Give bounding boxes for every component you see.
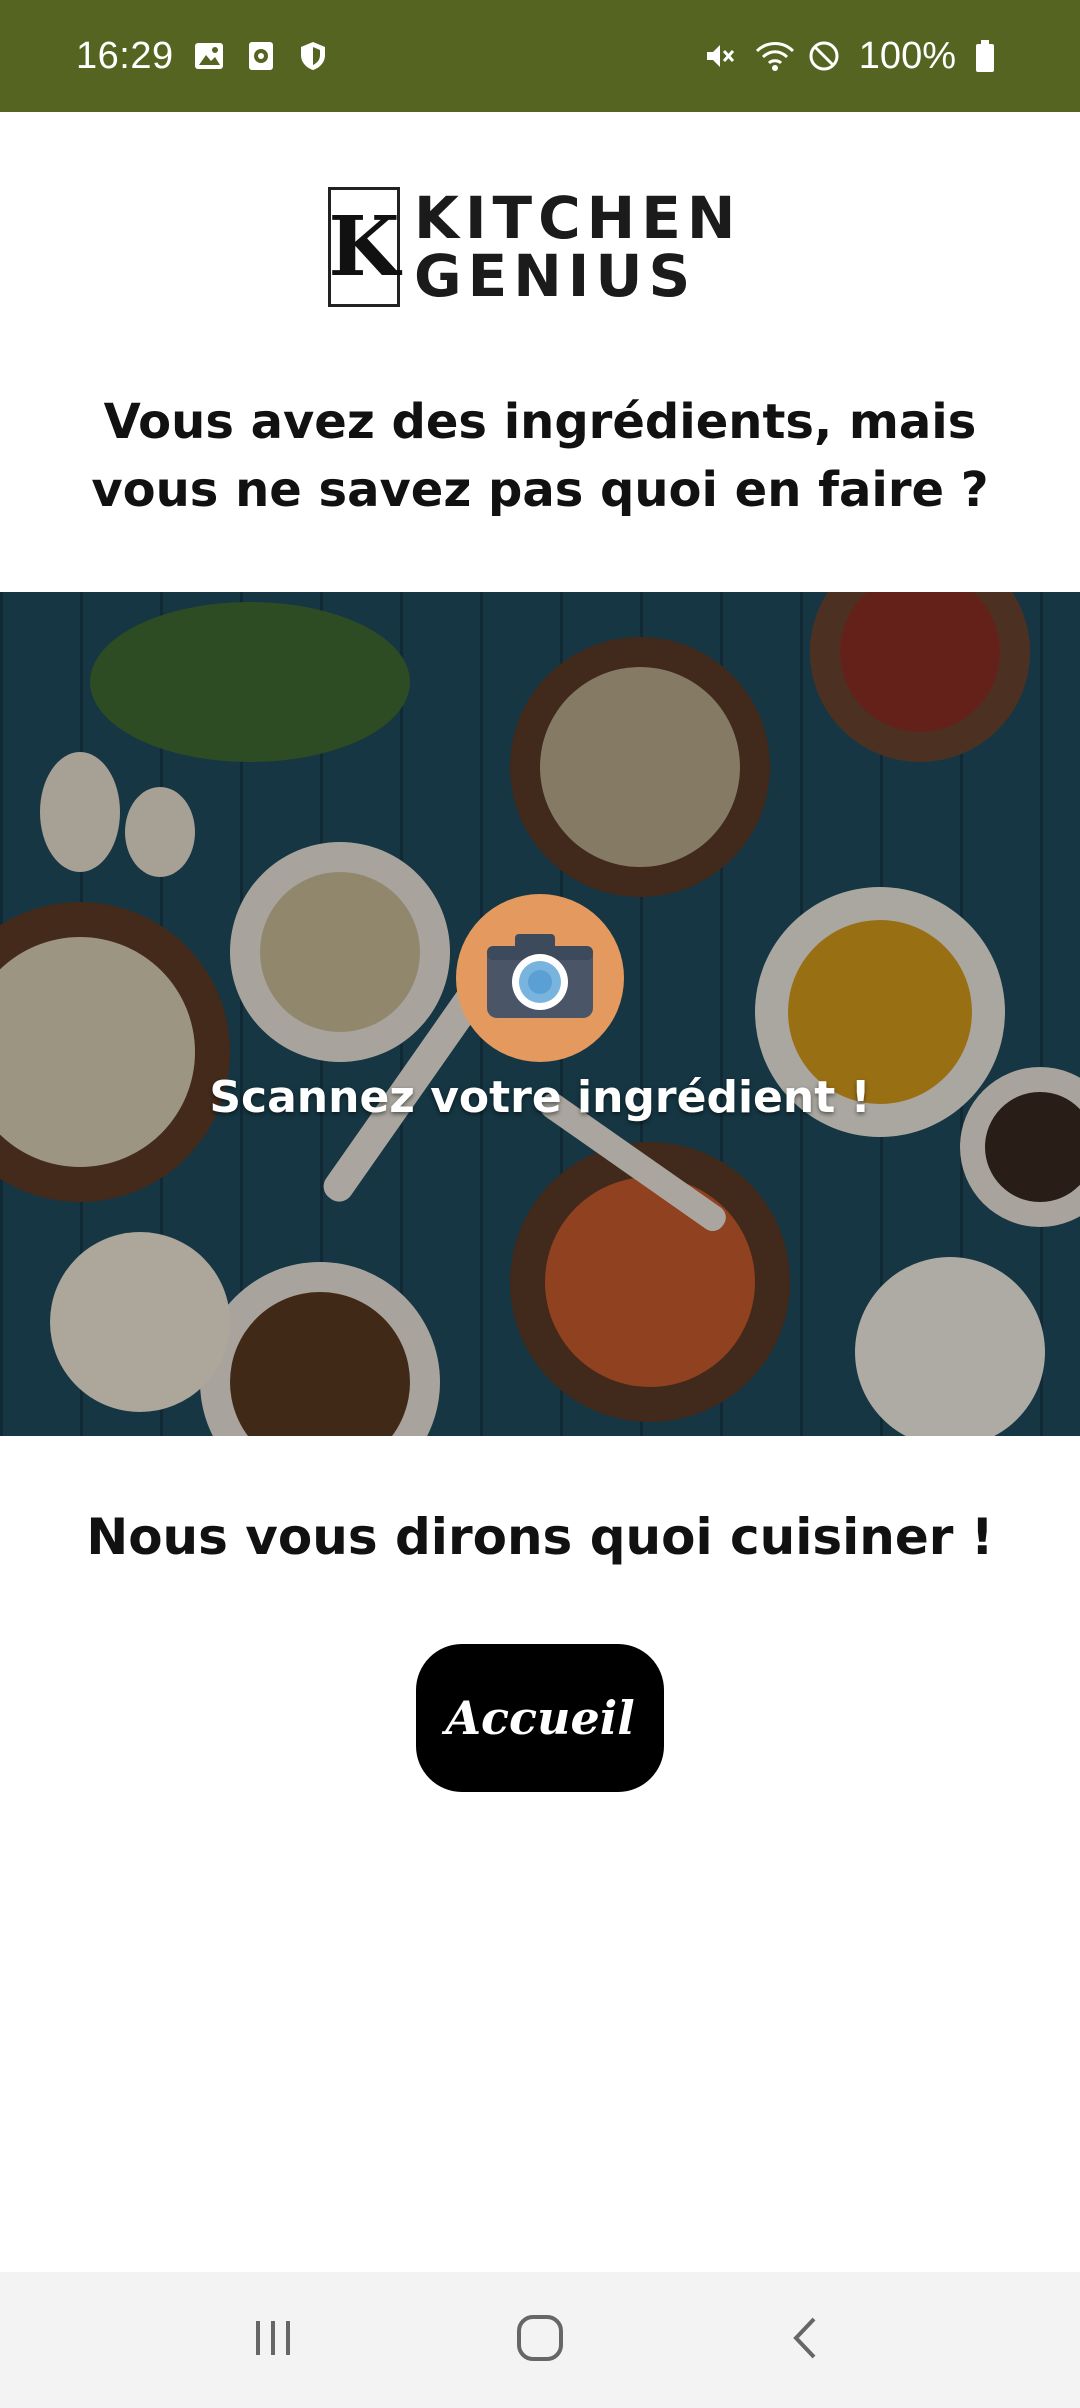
hero-banner: Scannez votre ingrédient ! <box>0 592 1080 1436</box>
shield-icon <box>296 39 330 73</box>
battery-percentage: 100% <box>858 34 956 77</box>
recent-apps-icon <box>248 2313 298 2367</box>
logo-mark: K <box>328 187 400 307</box>
headline: Vous avez des ingrédients, mais vous ne … <box>91 394 989 518</box>
status-left: 16:29 <box>76 35 330 78</box>
logo-letter: K <box>328 199 400 295</box>
scan-camera-button[interactable] <box>456 894 624 1062</box>
camera-app-icon <box>244 39 278 73</box>
home-nav-button[interactable] <box>480 2290 600 2390</box>
scan-label[interactable]: Scannez votre ingrédient ! <box>0 1072 1080 1123</box>
battery-icon <box>974 39 1008 73</box>
camera-icon <box>485 930 595 1026</box>
kitchen-genius-logo: K KITCHEN GENIUS <box>328 186 752 308</box>
subheadline: Nous vous dirons quoi cuisiner ! <box>86 1508 994 1566</box>
recent-apps-button[interactable] <box>213 2290 333 2390</box>
status-right: 100% <box>703 35 1008 78</box>
home-icon <box>514 2312 566 2368</box>
dnd-icon <box>807 39 841 73</box>
home-button[interactable]: Accueil <box>416 1644 664 1792</box>
home-button-label: Accueil <box>445 1691 635 1745</box>
status-bar: 16:29 100% <box>0 0 1080 112</box>
wifi-icon <box>755 39 794 73</box>
logo-line-2: GENIUS <box>414 242 697 310</box>
logo-line-1: KITCHEN <box>414 184 742 252</box>
image-icon <box>192 39 226 73</box>
logo-wordmark: KITCHEN GENIUS <box>414 189 741 305</box>
back-icon <box>782 2313 832 2367</box>
status-time: 16:29 <box>76 34 174 77</box>
mute-icon <box>703 39 737 73</box>
back-button[interactable] <box>747 2290 867 2390</box>
system-nav-bar <box>0 2272 1080 2408</box>
